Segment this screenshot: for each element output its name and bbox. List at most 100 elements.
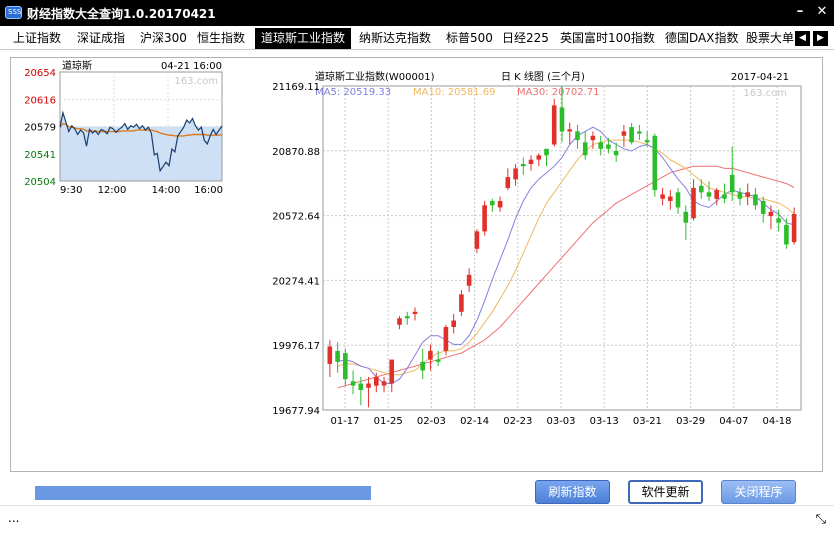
candle-up <box>327 340 333 377</box>
daily-y-tick: 20870.88 <box>272 147 320 158</box>
candle-up <box>505 168 511 191</box>
candle-down <box>350 370 356 395</box>
tab-block-orders[interactable]: 股票大单 <box>740 28 800 49</box>
tab-shenzhen[interactable]: 深证成指 <box>71 28 131 49</box>
candle-down <box>683 205 689 241</box>
close-window-button[interactable]: ✕ <box>814 4 830 20</box>
candle-up <box>459 290 464 317</box>
candle-up <box>691 179 696 221</box>
status-bar: ... ⤡ <box>0 505 834 533</box>
candle-up <box>443 324 449 356</box>
chart-panel: 道琼斯 04-21 16:00 163.com 20654 20616 20579 2… <box>10 57 823 472</box>
tab-hangseng[interactable]: 恒生指数 <box>191 28 251 49</box>
intraday-y-tick: 20579 <box>24 123 56 134</box>
legend-ma10: MA10: 20581.69 <box>413 87 495 98</box>
daily-kline-chart: 道琼斯工业指数(W00001) 日 K 线图 (三个月) 2017-04-21 … <box>272 70 802 427</box>
candle-down <box>629 122 634 145</box>
tab-dax[interactable]: 德国DAX指数 <box>659 28 744 49</box>
daily-x-tick: 03-03 <box>546 416 575 427</box>
window-title: 财经指数大全查询1.0.20170421 <box>27 7 216 21</box>
candle-down <box>575 124 580 149</box>
candle-down <box>343 348 348 386</box>
tab-dow-jones[interactable]: 道琼斯工业指数 <box>255 28 352 49</box>
intraday-x-tick: 14:00 <box>152 185 181 196</box>
intraday-y-tick: 20541 <box>24 150 56 161</box>
resize-grip-icon[interactable]: ⤡ <box>816 512 826 527</box>
candle-up <box>412 307 418 321</box>
index-tab-bar: 上证指数 深证成指 沪深300 恒生指数 道琼斯工业指数 纳斯达克指数 标普50… <box>0 26 834 50</box>
daily-x-tick: 04-18 <box>762 416 791 427</box>
intraday-y-tick: 20616 <box>24 96 56 107</box>
candle-up <box>366 376 371 408</box>
daily-x-tick: 01-17 <box>330 416 359 427</box>
tab-shanghai[interactable]: 上证指数 <box>7 28 67 49</box>
daily-y-tick: 21169.11 <box>272 82 320 93</box>
candle-down <box>582 131 588 160</box>
candle-down <box>737 187 743 206</box>
intraday-watermark: 163.com <box>174 76 218 87</box>
candle-up <box>551 98 557 147</box>
candle-up <box>389 359 394 393</box>
ma10-path <box>337 139 795 376</box>
candle-up <box>466 268 472 293</box>
daily-x-tick: 02-14 <box>460 416 489 427</box>
candle-down <box>544 148 549 167</box>
daily-y-tick: 19677.94 <box>272 406 320 417</box>
tab-nasdaq[interactable]: 纳斯达克指数 <box>353 28 437 49</box>
intraday-y-tick: 20654 <box>24 68 56 79</box>
daily-y-tick: 19976.17 <box>272 341 320 352</box>
tab-sp500[interactable]: 标普500 <box>440 28 499 49</box>
legend-ma5: MA5: 20519.33 <box>315 87 391 98</box>
candle-up <box>567 122 572 145</box>
intraday-x-tick: 9:30 <box>60 185 82 196</box>
ma5-line <box>337 126 795 384</box>
candle-down <box>335 342 340 373</box>
ma30-line <box>337 165 795 389</box>
intraday-name: 道琼斯 <box>62 59 92 72</box>
ma30-path <box>337 165 795 389</box>
ma5-path <box>337 126 795 384</box>
tab-csi300[interactable]: 沪深300 <box>134 28 193 49</box>
software-update-button[interactable]: 软件更新 <box>628 480 703 504</box>
daily-date: 2017-04-21 <box>731 72 789 83</box>
daily-x-tick: 03-21 <box>633 416 662 427</box>
tab-scroll-right-icon[interactable]: ▶ <box>813 31 828 46</box>
daily-x-tick: 02-03 <box>417 416 446 427</box>
candle-up <box>528 155 534 171</box>
candle-up <box>536 153 542 167</box>
candle-up <box>397 316 402 330</box>
main-area: 道琼斯 04-21 16:00 163.com 20654 20616 20579 2… <box>0 50 834 533</box>
candle-down <box>598 135 603 156</box>
refresh-index-button[interactable]: 刷新指数 <box>535 480 610 504</box>
candle-up <box>451 313 456 334</box>
tab-scroll-left-icon[interactable]: ◀ <box>795 31 810 46</box>
daily-x-tick: 03-29 <box>676 416 705 427</box>
daily-x-tick: 04-07 <box>719 416 748 427</box>
intraday-chart: 道琼斯 04-21 16:00 163.com 20654 20616 20579 2… <box>24 59 223 196</box>
intraday-x-tick: 16:00 <box>194 185 223 196</box>
candle-down <box>420 348 425 380</box>
load-progress-fill <box>35 486 371 500</box>
tab-nikkei225[interactable]: 日经225 <box>496 28 555 49</box>
candle-down <box>675 187 681 215</box>
tab-ftse100[interactable]: 英国富时100指数 <box>554 28 661 49</box>
candle-down <box>753 187 758 210</box>
candle-up <box>497 196 503 212</box>
status-text: ... <box>8 511 20 525</box>
legend-ma30: MA30: 20702.71 <box>517 87 599 98</box>
candle-up <box>660 187 665 206</box>
close-program-button[interactable]: 关闭程序 <box>721 480 796 504</box>
candle-up <box>428 344 433 371</box>
candle-down <box>435 350 441 367</box>
ma10-line <box>337 139 795 376</box>
candle-down <box>652 133 658 197</box>
minimize-button[interactable]: – <box>792 4 808 20</box>
intraday-x-tick: 12:00 <box>98 185 127 196</box>
daily-x-tick: 02-23 <box>503 416 532 427</box>
title-bar: SSS 财经指数大全查询1.0.20170421 – ✕ <box>0 0 834 26</box>
candle-down <box>760 196 766 223</box>
daily-y-tick: 20274.41 <box>272 276 320 287</box>
candle-down <box>706 181 712 201</box>
candle-up <box>621 124 627 147</box>
candle-up <box>474 229 480 254</box>
